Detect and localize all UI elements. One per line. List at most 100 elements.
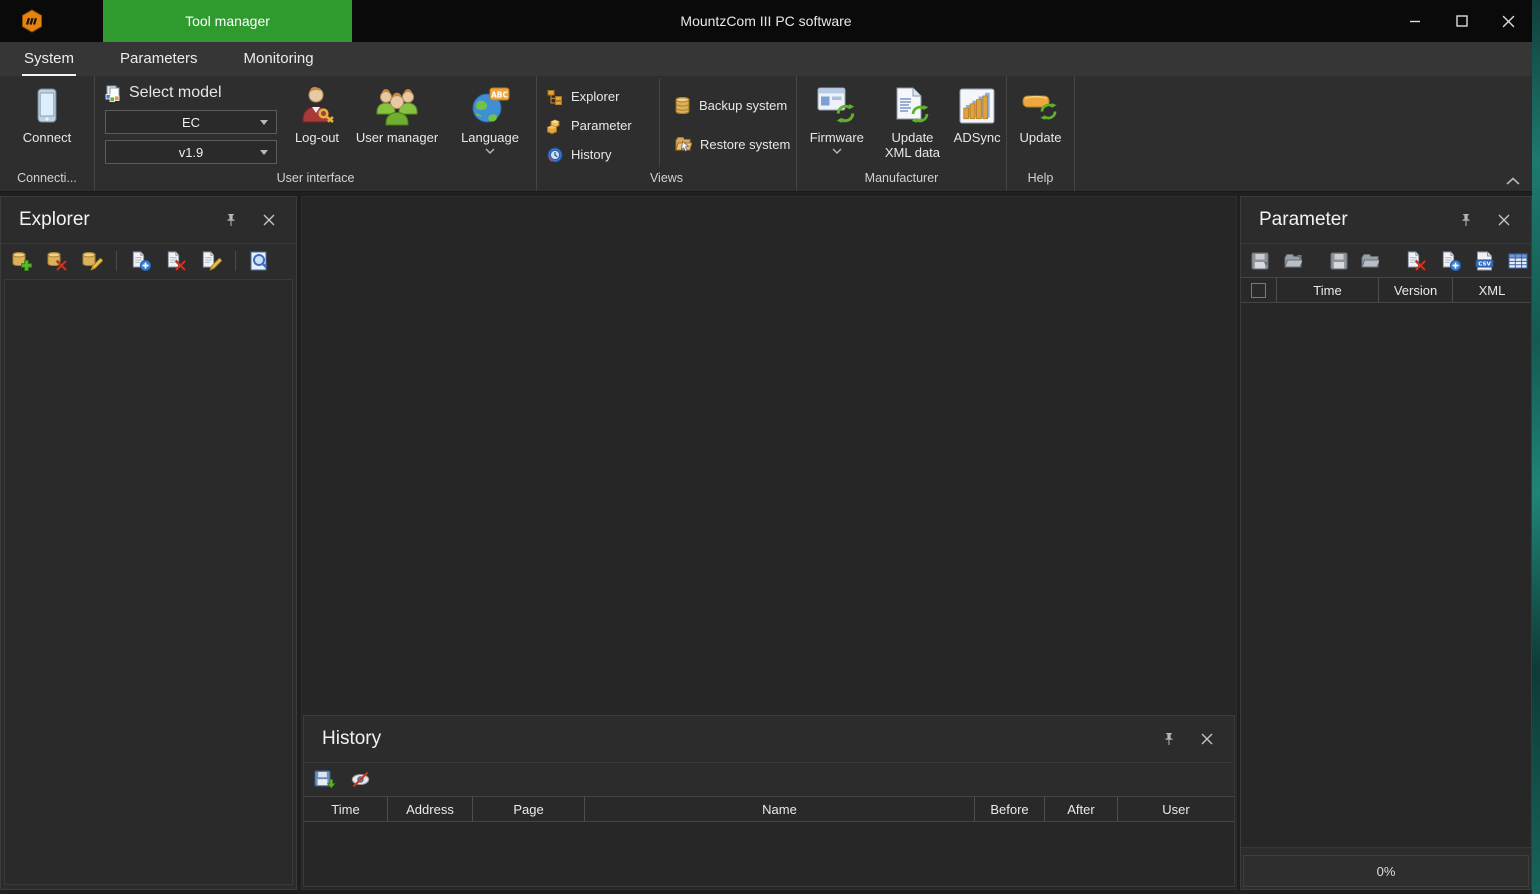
history-pin-button[interactable] [1158,728,1180,750]
pin-icon [1163,732,1175,746]
ribbon-group-connection: Connect Connecti... [0,76,95,191]
user-manager-button[interactable]: User manager [347,76,447,169]
delete-item-button[interactable] [165,251,187,271]
parameter-table-body[interactable] [1241,303,1531,847]
table-grid-icon [1508,253,1528,269]
update-button[interactable]: Update [1020,76,1062,169]
explorer-view-button[interactable]: Explorer [537,82,659,111]
edit-item-button[interactable] [200,251,222,271]
document-add-icon [130,251,152,271]
group-label-connection: Connecti... [0,169,94,191]
close-icon [1502,15,1515,28]
history-panel-title: History [322,728,1142,750]
minimize-button[interactable] [1391,0,1438,42]
close-button[interactable] [1485,0,1532,42]
history-close-button[interactable] [1196,728,1218,750]
tab-system[interactable]: System [22,50,76,76]
history-col-after[interactable]: After [1045,797,1118,821]
update-xml-button[interactable]: Update XML data [877,76,949,169]
explorer-view-label: Explorer [571,89,619,104]
edit-group-button[interactable] [81,251,103,271]
database-delete-icon [46,251,68,271]
preview-button[interactable] [249,251,271,271]
history-col-name[interactable]: Name [585,797,975,821]
adsync-button[interactable]: ADSync [948,76,1006,169]
delete-group-button[interactable] [46,251,68,271]
adsync-icon [959,88,995,124]
explorer-tree-area[interactable] [4,279,293,885]
history-col-before[interactable]: Before [975,797,1045,821]
app-window: Tool manager MountzCom III PC software S… [0,0,1532,894]
backup-system-button[interactable]: Backup system [664,86,796,124]
history-col-address[interactable]: Address [388,797,473,821]
parameter-view-label: Parameter [571,118,632,133]
history-view-button[interactable]: History [537,140,659,169]
connect-button[interactable]: Connect [23,76,71,169]
explorer-close-button[interactable] [258,209,280,231]
parameter-view-button[interactable]: Parameter [537,111,659,140]
param-add-row-button[interactable] [1440,251,1462,271]
restore-system-button[interactable]: Restore system [664,124,796,164]
tab-parameters[interactable]: Parameters [118,50,200,76]
add-group-button[interactable] [11,251,33,271]
logout-button[interactable]: Log-out [287,76,347,169]
add-item-button[interactable] [130,251,152,271]
history-view-icon [547,147,563,163]
explorer-pin-button[interactable] [220,209,242,231]
param-save-as-button[interactable] [1251,251,1271,271]
chevron-down-icon [260,120,268,125]
minimize-icon [1409,15,1421,27]
folder-import-icon [1284,253,1304,269]
history-col-page[interactable]: Page [473,797,585,821]
update-icon [1021,89,1059,123]
model-select[interactable]: EC [105,110,277,134]
parameter-pin-button[interactable] [1455,209,1477,231]
param-table-view-button[interactable] [1508,251,1528,271]
parameter-col-time[interactable]: Time [1277,278,1379,302]
language-icon: ABC [470,87,510,125]
param-export-csv-button[interactable]: CSV [1475,251,1495,271]
csv-icon: CSV [1475,251,1495,271]
close-icon [1201,733,1213,745]
parameter-col-xml[interactable]: XML [1453,278,1531,302]
param-delete-row-button[interactable] [1405,251,1427,271]
logout-icon [298,86,336,126]
version-select-value: v1.9 [179,145,204,160]
backup-icon [674,96,691,115]
save-icon [1330,252,1348,270]
history-panel-titlebar: History [304,716,1234,762]
eye-slash-icon [350,771,371,788]
parameter-col-version[interactable]: Version [1379,278,1453,302]
ribbon-group-manufacturer: Firmware Update XML data [797,76,1007,191]
close-icon [263,214,275,226]
select-all-checkbox[interactable] [1251,283,1266,298]
version-select[interactable]: v1.9 [105,140,277,164]
history-table-header: Time Address Page Name Before After User [304,796,1234,822]
titlebar: Tool manager MountzCom III PC software [0,0,1532,42]
history-col-time[interactable]: Time [304,797,388,821]
maximize-button[interactable] [1438,0,1485,42]
tool-manager-tab[interactable]: Tool manager [103,0,352,42]
param-import-button[interactable] [1284,251,1304,271]
parameter-progress-bar: 0% [1243,855,1529,887]
adsync-label: ADSync [954,130,1001,145]
main-content-area: History [301,196,1237,890]
maximize-icon [1456,15,1468,27]
select-model-block: Select model EC v1.9 [95,76,287,169]
model-select-value: EC [182,115,200,130]
parameter-close-button[interactable] [1493,209,1515,231]
history-save-button[interactable] [314,770,336,790]
firmware-button[interactable]: Firmware [797,76,877,169]
param-open-button[interactable] [1361,251,1379,271]
tab-monitoring[interactable]: Monitoring [242,50,316,76]
language-badge-text: ABC [491,90,509,99]
history-hide-button[interactable] [349,770,371,790]
parameter-panel-titlebar: Parameter [1241,197,1531,243]
collapse-ribbon-icon[interactable] [1506,177,1520,185]
language-button[interactable]: ABC Language [447,76,533,169]
history-panel: History [303,715,1235,887]
history-table-body[interactable] [304,822,1234,886]
open-folder-icon [1361,253,1379,268]
history-col-user[interactable]: User [1118,797,1234,821]
param-save-button[interactable] [1330,251,1348,271]
